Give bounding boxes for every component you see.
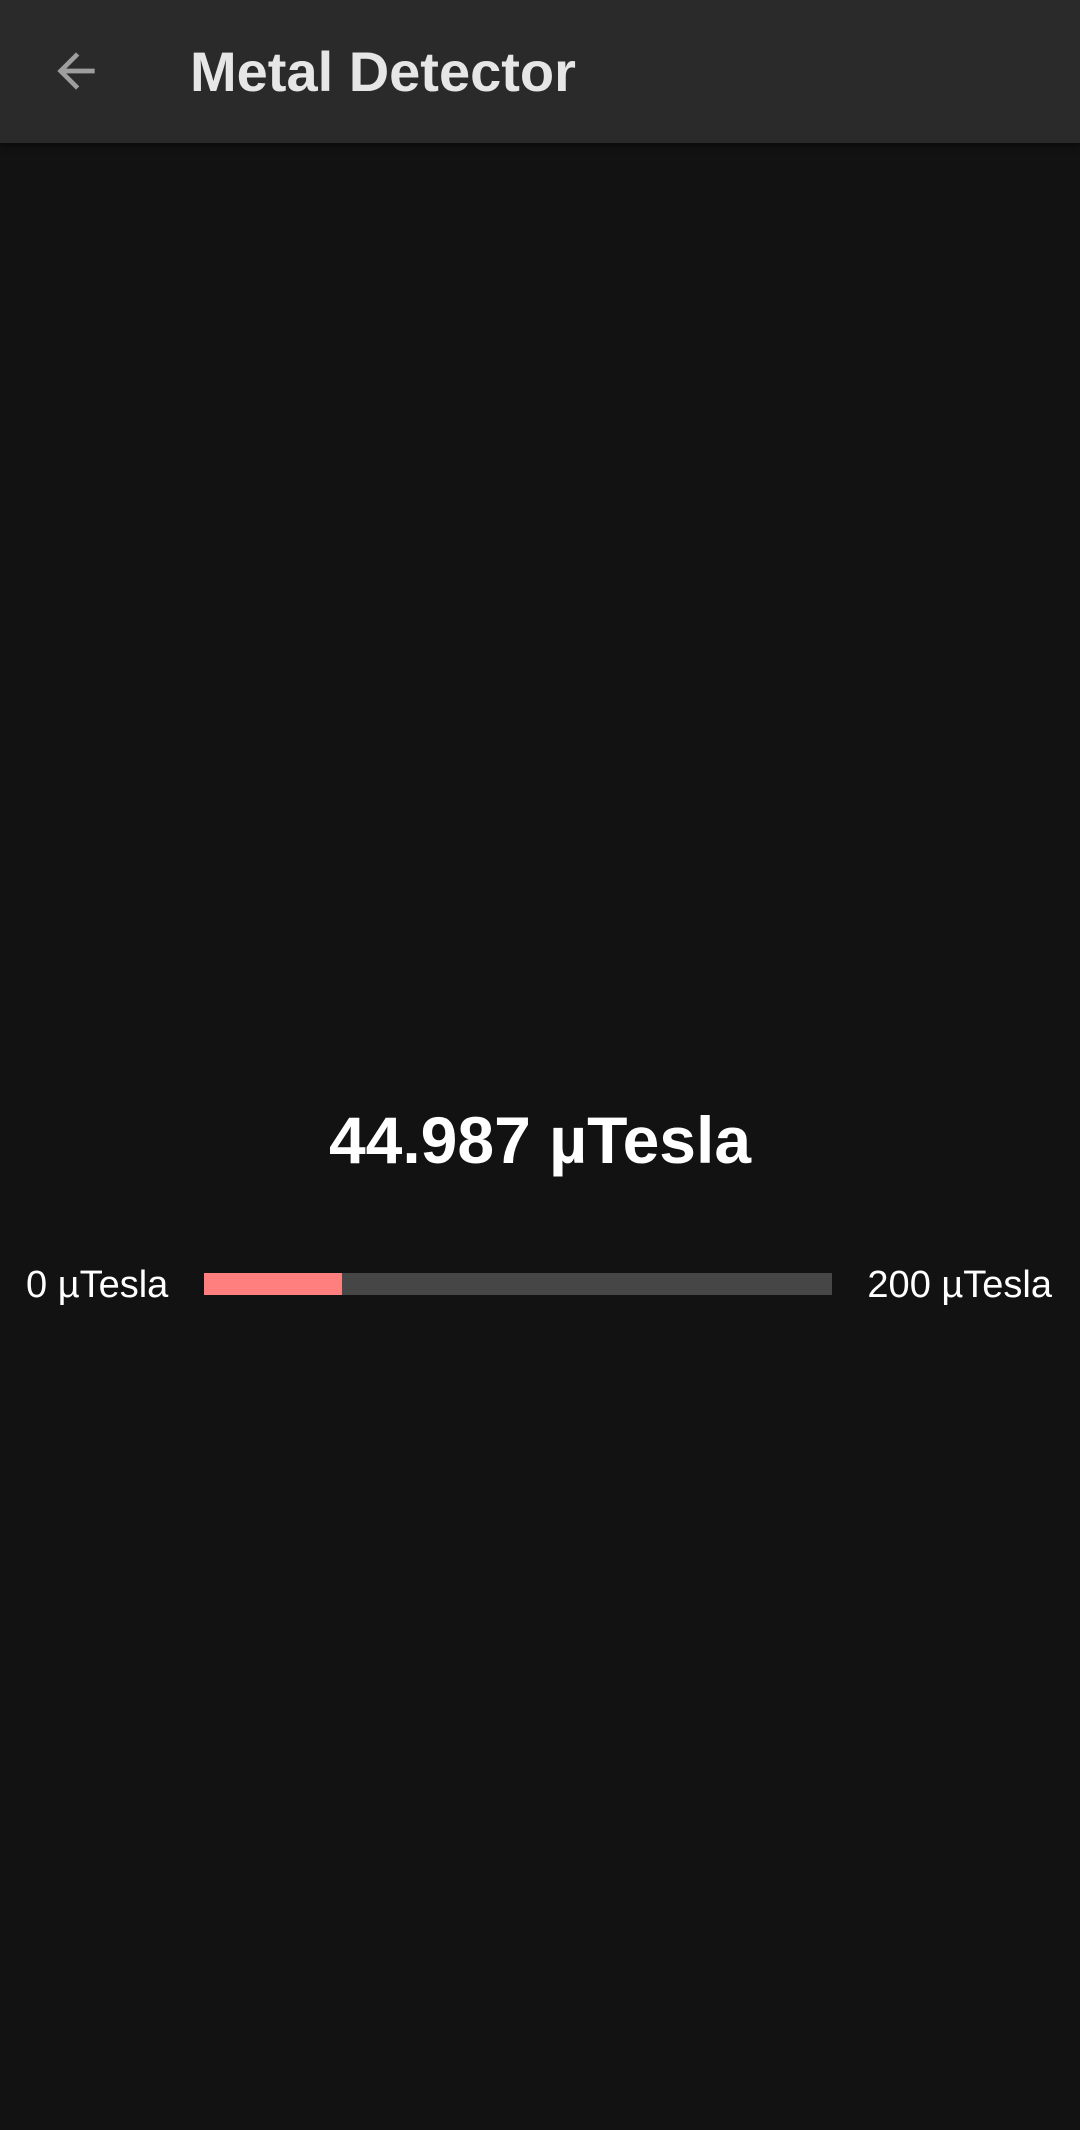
arrow-back-icon bbox=[57, 52, 95, 90]
meter-max-label: 200 µTesla bbox=[867, 1264, 1052, 1306]
app-bar: Metal Detector bbox=[0, 0, 1080, 143]
page-title: Metal Detector bbox=[190, 40, 576, 103]
back-button[interactable] bbox=[32, 27, 120, 115]
meter-min-label: 0 µTesla bbox=[26, 1264, 169, 1306]
meter-progress-fill bbox=[204, 1273, 343, 1295]
magnetic-field-reading: 44.987 µTesla bbox=[328, 1103, 752, 1177]
meter-row: 0 µTesla 200 µTesla bbox=[0, 1255, 1080, 1315]
meter-progress-bar bbox=[204, 1273, 832, 1295]
